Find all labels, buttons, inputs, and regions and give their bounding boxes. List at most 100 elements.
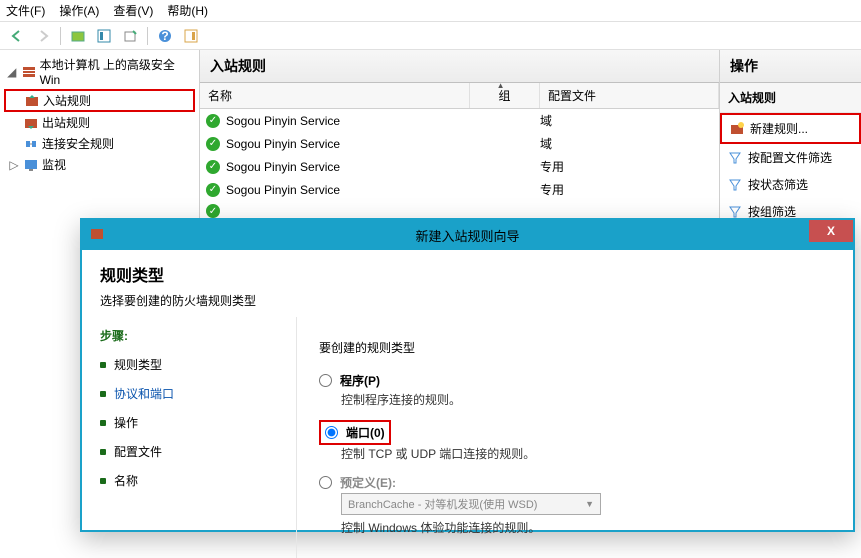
table-row[interactable]: ✓ Sogou Pinyin Service 专用 bbox=[200, 178, 719, 201]
option-program-desc: 控制程序连接的规则。 bbox=[341, 391, 831, 408]
enabled-check-icon: ✓ bbox=[206, 137, 220, 151]
col-group[interactable]: 组▲ bbox=[470, 83, 540, 108]
close-button[interactable]: X bbox=[809, 220, 853, 242]
bullet-icon bbox=[100, 362, 106, 368]
step-action[interactable]: 操作 bbox=[100, 408, 278, 437]
wizard-steps-panel: 步骤: 规则类型 协议和端口 操作 配置文件 名称 bbox=[82, 317, 297, 558]
tree-outbound-label: 出站规则 bbox=[42, 114, 90, 131]
wizard-page-subtitle: 选择要创建的防火墙规则类型 bbox=[100, 292, 835, 309]
radio-port[interactable] bbox=[325, 426, 338, 439]
expander-icon[interactable]: ◢ bbox=[6, 65, 18, 79]
filter-icon bbox=[728, 205, 742, 219]
rule-profile: 域 bbox=[540, 112, 552, 129]
menubar: 文件(F) 操作(A) 查看(V) 帮助(H) bbox=[0, 0, 861, 22]
toolbar-view2-button[interactable] bbox=[180, 25, 202, 47]
new-inbound-rule-wizard: 新建入站规则向导 X 规则类型 选择要创建的防火墙规则类型 步骤: 规则类型 协… bbox=[80, 218, 855, 532]
col-name[interactable]: 名称 bbox=[200, 83, 470, 108]
bullet-icon bbox=[100, 449, 106, 455]
sort-asc-icon: ▲ bbox=[497, 81, 505, 90]
wizard-options-panel: 要创建的规则类型 程序(P) 控制程序连接的规则。 端口(0) 控制 TCP 或… bbox=[297, 317, 853, 558]
firewall-icon bbox=[22, 65, 36, 79]
option-predefined-label: 预定义(E): bbox=[340, 474, 396, 491]
enabled-check-icon: ✓ bbox=[206, 204, 220, 218]
menu-action[interactable]: 操作(A) bbox=[59, 2, 99, 19]
action-filter-state[interactable]: 按状态筛选 bbox=[720, 171, 861, 198]
tree-inbound-label: 入站规则 bbox=[43, 92, 91, 109]
connsec-icon bbox=[24, 137, 38, 151]
bullet-icon bbox=[100, 420, 106, 426]
toolbar-separator bbox=[60, 27, 61, 45]
rule-name: Sogou Pinyin Service bbox=[226, 137, 340, 151]
enabled-check-icon: ✓ bbox=[206, 183, 220, 197]
radio-predefined[interactable] bbox=[319, 476, 332, 489]
menu-view[interactable]: 查看(V) bbox=[113, 2, 153, 19]
wizard-title: 新建入站规则向导 bbox=[415, 226, 519, 245]
tree-connection-security[interactable]: 连接安全规则 bbox=[4, 133, 195, 154]
predefined-value: BranchCache - 对等机发现(使用 WSD) bbox=[348, 496, 537, 512]
bullet-icon bbox=[100, 391, 106, 397]
toolbar-help-button[interactable]: ? bbox=[154, 25, 176, 47]
rule-profile: 专用 bbox=[540, 158, 564, 175]
option-predefined[interactable]: 预定义(E): bbox=[319, 474, 831, 491]
new-rule-icon bbox=[730, 122, 744, 136]
toolbar-export-button[interactable] bbox=[119, 25, 141, 47]
chevron-down-icon: ▼ bbox=[585, 499, 594, 509]
filter-icon bbox=[728, 151, 742, 165]
step-profile[interactable]: 配置文件 bbox=[100, 437, 278, 466]
inbound-icon bbox=[25, 94, 39, 108]
center-header: 入站规则 bbox=[200, 50, 719, 83]
table-row[interactable]: ✓Sogou Pinyin Service 域 bbox=[200, 109, 719, 132]
tree-outbound-rules[interactable]: 出站规则 bbox=[4, 112, 195, 133]
list-header: 名称 组▲ 配置文件 bbox=[200, 83, 719, 109]
nav-back-button[interactable] bbox=[6, 25, 28, 47]
rules-list: ✓ Sogou Pinyin Service 域 ✓ Sogou Pinyin Se… bbox=[200, 109, 719, 221]
predefined-dropdown: BranchCache - 对等机发现(使用 WSD) ▼ bbox=[341, 493, 601, 515]
rule-profile: 专用 bbox=[540, 181, 564, 198]
wizard-icon bbox=[90, 226, 106, 242]
action-new-rule[interactable]: 新建规则... bbox=[720, 113, 861, 144]
rule-name: Sogou Pinyin Service bbox=[226, 183, 340, 197]
monitor-icon bbox=[24, 158, 38, 172]
menu-file[interactable]: 文件(F) bbox=[6, 2, 45, 19]
action-filter-profile[interactable]: 按配置文件筛选 bbox=[720, 144, 861, 171]
radio-program[interactable] bbox=[319, 374, 332, 387]
tree-monitoring[interactable]: ▷ 监视 bbox=[4, 154, 195, 175]
toolbar: ? bbox=[0, 22, 861, 50]
step-name[interactable]: 名称 bbox=[100, 466, 278, 495]
filter-icon bbox=[728, 178, 742, 192]
rule-name: Sogou Pinyin Service bbox=[226, 114, 340, 128]
actions-section: 入站规则 bbox=[720, 83, 861, 113]
toolbar-view1-button[interactable] bbox=[93, 25, 115, 47]
nav-forward-button[interactable] bbox=[32, 25, 54, 47]
tree-root[interactable]: ◢ 本地计算机 上的高级安全 Win bbox=[4, 54, 195, 89]
tree-connsec-label: 连接安全规则 bbox=[42, 135, 114, 152]
actions-header: 操作 bbox=[720, 50, 861, 83]
step-rule-type[interactable]: 规则类型 bbox=[100, 350, 278, 379]
option-program[interactable]: 程序(P) bbox=[319, 372, 831, 389]
tree-monitoring-label: 监视 bbox=[42, 156, 66, 173]
rule-profile: 域 bbox=[540, 135, 552, 152]
option-predefined-desc: 控制 Windows 体验功能连接的规则。 bbox=[341, 519, 831, 536]
wizard-header: 规则类型 选择要创建的防火墙规则类型 bbox=[82, 250, 853, 317]
option-port-label: 端口(0) bbox=[346, 424, 385, 441]
table-row[interactable]: ✓ Sogou Pinyin Service 域 bbox=[200, 132, 719, 155]
menu-help[interactable]: 帮助(H) bbox=[167, 2, 208, 19]
col-profile[interactable]: 配置文件 bbox=[540, 83, 719, 108]
toolbar-separator bbox=[147, 27, 148, 45]
wizard-titlebar[interactable]: 新建入站规则向导 X bbox=[82, 220, 853, 250]
expander-icon[interactable]: ▷ bbox=[8, 158, 20, 172]
wizard-page-title: 规则类型 bbox=[100, 262, 835, 286]
wizard-content: 规则类型 选择要创建的防火墙规则类型 步骤: 规则类型 协议和端口 操作 配置文… bbox=[82, 250, 853, 558]
tree-root-label: 本地计算机 上的高级安全 Win bbox=[40, 56, 193, 87]
table-row[interactable]: ✓Sogou Pinyin Service 专用 bbox=[200, 155, 719, 178]
outbound-icon bbox=[24, 116, 38, 130]
bullet-icon bbox=[100, 478, 106, 484]
option-port[interactable]: 端口(0) bbox=[325, 424, 385, 441]
step-protocol-port[interactable]: 协议和端口 bbox=[100, 379, 278, 408]
action-filter-state-label: 按状态筛选 bbox=[748, 176, 808, 193]
tree-inbound-rules[interactable]: 入站规则 bbox=[4, 89, 195, 112]
action-filter-profile-label: 按配置文件筛选 bbox=[748, 149, 832, 166]
toolbar-new-button[interactable] bbox=[67, 25, 89, 47]
option-program-label: 程序(P) bbox=[340, 372, 380, 389]
steps-label: 步骤: bbox=[82, 317, 296, 350]
